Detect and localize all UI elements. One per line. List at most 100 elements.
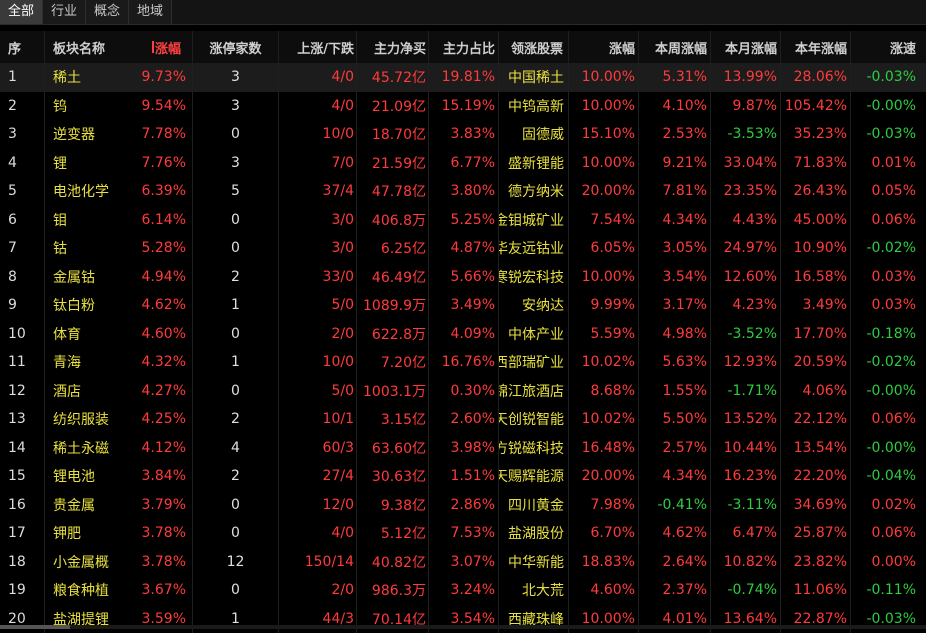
week-change: 3.54% xyxy=(638,263,710,292)
scrollbar-thumb[interactable] xyxy=(0,625,70,629)
main-net-buy: 986.3万 xyxy=(356,576,428,605)
header-idx[interactable]: 序 xyxy=(0,31,44,63)
week-change: 2.37% xyxy=(638,576,710,605)
row-idx: 11 xyxy=(0,348,44,377)
month-change: 9.87% xyxy=(710,92,780,121)
table-row[interactable]: 11青海4.32%110/07.20亿16.76%西部瑞矿业10.02%5.63… xyxy=(0,348,926,377)
row-idx: 6 xyxy=(0,206,44,235)
speed-value: -0.00% xyxy=(850,377,926,406)
month-change: 24.97% xyxy=(710,234,780,263)
row-idx: 10 xyxy=(0,320,44,349)
speed-value: 0.06% xyxy=(850,405,926,434)
leader-change: 7.54% xyxy=(568,206,638,235)
month-change: 12.93% xyxy=(710,348,780,377)
table-row[interactable]: 16贵金属3.79%012/09.38亿2.86%四川黄金7.98%-0.41%… xyxy=(0,491,926,520)
week-change: 2.64% xyxy=(638,548,710,577)
table-row[interactable]: 2钨9.54%34/021.09亿15.19%中钨高新10.00%4.10%9.… xyxy=(0,92,926,121)
header-up-down[interactable]: 上涨/下跌 xyxy=(278,31,356,63)
week-change: 3.05% xyxy=(638,234,710,263)
horizontal-scrollbar[interactable] xyxy=(0,625,926,629)
speed-value: -0.04% xyxy=(850,462,926,491)
table-row[interactable]: 14稀土永磁4.12%460/363.60亿3.98%北方锐磁科技16.48%2… xyxy=(0,434,926,463)
table-row[interactable]: 8金属钴4.94%233/046.49亿5.66%寒锐宏科技10.00%3.54… xyxy=(0,263,926,292)
table-row[interactable]: 19粮食种植3.67%02/0986.3万3.24%北大荒4.60%2.37%-… xyxy=(0,576,926,605)
header-year-change[interactable]: 本年涨幅 xyxy=(780,31,850,63)
row-idx: 14 xyxy=(0,434,44,463)
leader-change: 6.05% xyxy=(568,234,638,263)
limit-up-count: 0 xyxy=(192,234,278,263)
up-down-ratio: 2/0 xyxy=(278,576,356,605)
month-change: 10.44% xyxy=(710,434,780,463)
limit-up-count: 0 xyxy=(192,576,278,605)
up-down-ratio: 4/0 xyxy=(278,92,356,121)
main-net-pct: 3.98% xyxy=(428,434,498,463)
up-down-ratio: 3/0 xyxy=(278,234,356,263)
header-leader-change[interactable]: 涨幅 xyxy=(568,31,638,63)
year-change: 26.43% xyxy=(780,177,850,206)
limit-up-count: 5 xyxy=(192,177,278,206)
row-idx: 18 xyxy=(0,548,44,577)
month-change: 16.23% xyxy=(710,462,780,491)
table-row[interactable]: 12酒店4.27%05/01003.1万0.30%锦江旅酒店8.68%1.55%… xyxy=(0,377,926,406)
table-row[interactable]: 1稀土9.73%34/045.72亿19.81%中国稀土10.00%5.31%1… xyxy=(0,63,926,92)
header-main-net[interactable]: 主力净买 xyxy=(356,31,428,63)
leader-change: 8.68% xyxy=(568,377,638,406)
tab-all[interactable]: 全部 xyxy=(0,0,43,24)
week-change: 9.21% xyxy=(638,149,710,178)
table-row[interactable]: 5电池化学6.39%537/447.78亿3.80%德方纳米20.00%7.81… xyxy=(0,177,926,206)
main-net-buy: 21.59亿 xyxy=(356,149,428,178)
change-value: 4.94% xyxy=(140,263,192,292)
leader-stock: 盐湖股份 xyxy=(498,519,568,548)
change-value: 4.27% xyxy=(140,377,192,406)
header-main-pct[interactable]: 主力占比 xyxy=(428,31,498,63)
header-name[interactable]: 板块名称 xyxy=(44,31,140,63)
up-down-ratio: 4/0 xyxy=(278,519,356,548)
table-row[interactable]: 10体育4.60%02/0622.8万4.09%中体产业5.59%4.98%-3… xyxy=(0,320,926,349)
main-net-pct: 3.24% xyxy=(428,576,498,605)
change-value: 3.67% xyxy=(140,576,192,605)
change-value: 4.12% xyxy=(140,434,192,463)
month-change: 23.35% xyxy=(710,177,780,206)
header-speed[interactable]: 涨速 xyxy=(850,31,926,63)
leader-stock: 盛新锂能 xyxy=(498,149,568,178)
limit-up-count: 0 xyxy=(192,377,278,406)
row-idx: 1 xyxy=(0,63,44,92)
table-row[interactable]: 17钾肥3.78%04/05.12亿7.53%盐湖股份6.70%4.62%6.4… xyxy=(0,519,926,548)
table-row[interactable]: 7钴5.28%03/06.25亿4.87%华友远钴业6.05%3.05%24.9… xyxy=(0,234,926,263)
year-change: 35.23% xyxy=(780,120,850,149)
table-row[interactable]: 15锂电池3.84%227/430.63亿1.51%天赐辉能源20.00%4.3… xyxy=(0,462,926,491)
sector-name: 贵金属 xyxy=(44,491,140,520)
limit-up-count: 2 xyxy=(192,462,278,491)
leader-stock: 寒锐宏科技 xyxy=(498,263,568,292)
header-limit-up-count[interactable]: 涨停家数 xyxy=(192,31,278,63)
leader-stock: 北大荒 xyxy=(498,576,568,605)
header-leader[interactable]: 领涨股票 xyxy=(498,31,568,63)
table-row[interactable]: 18小金属概3.78%12150/1440.82亿3.07%中华新能18.83%… xyxy=(0,548,926,577)
header-change[interactable]: 涨幅 xyxy=(140,31,192,63)
main-net-pct: 2.60% xyxy=(428,405,498,434)
leader-stock: 中体产业 xyxy=(498,320,568,349)
table-row[interactable]: 6钼6.14%03/0406.8万5.25%金钼城矿业7.54%4.34%4.4… xyxy=(0,206,926,235)
year-change: 25.87% xyxy=(780,519,850,548)
sector-name: 钼 xyxy=(44,206,140,235)
sector-name: 纺织服装 xyxy=(44,405,140,434)
tab-industry[interactable]: 行业 xyxy=(43,0,86,24)
speed-value: 0.06% xyxy=(850,206,926,235)
speed-value: 0.02% xyxy=(850,491,926,520)
month-change: -3.53% xyxy=(710,120,780,149)
header-month-change[interactable]: 本月涨幅 xyxy=(710,31,780,63)
category-tabs: 全部 行业 概念 地域 xyxy=(0,0,926,25)
header-week-change[interactable]: 本周涨幅 xyxy=(638,31,710,63)
sector-name: 锂 xyxy=(44,149,140,178)
limit-up-count: 3 xyxy=(192,92,278,121)
table-row[interactable]: 3逆变器7.78%010/018.70亿3.83%固德威15.10%2.53%-… xyxy=(0,120,926,149)
speed-value: 0.03% xyxy=(850,291,926,320)
tab-concept[interactable]: 概念 xyxy=(86,0,129,24)
tab-region[interactable]: 地域 xyxy=(129,0,172,24)
table-row[interactable]: 4锂7.76%37/021.59亿6.77%盛新锂能10.00%9.21%33.… xyxy=(0,149,926,178)
limit-up-count: 3 xyxy=(192,63,278,92)
table-row[interactable]: 9钛白粉4.62%15/01089.9万3.49%安纳达9.99%3.17%4.… xyxy=(0,291,926,320)
table-row[interactable]: 13纺织服装4.25%210/13.15亿2.60%天创锐智能10.02%5.5… xyxy=(0,405,926,434)
row-idx: 17 xyxy=(0,519,44,548)
year-change: 16.58% xyxy=(780,263,850,292)
